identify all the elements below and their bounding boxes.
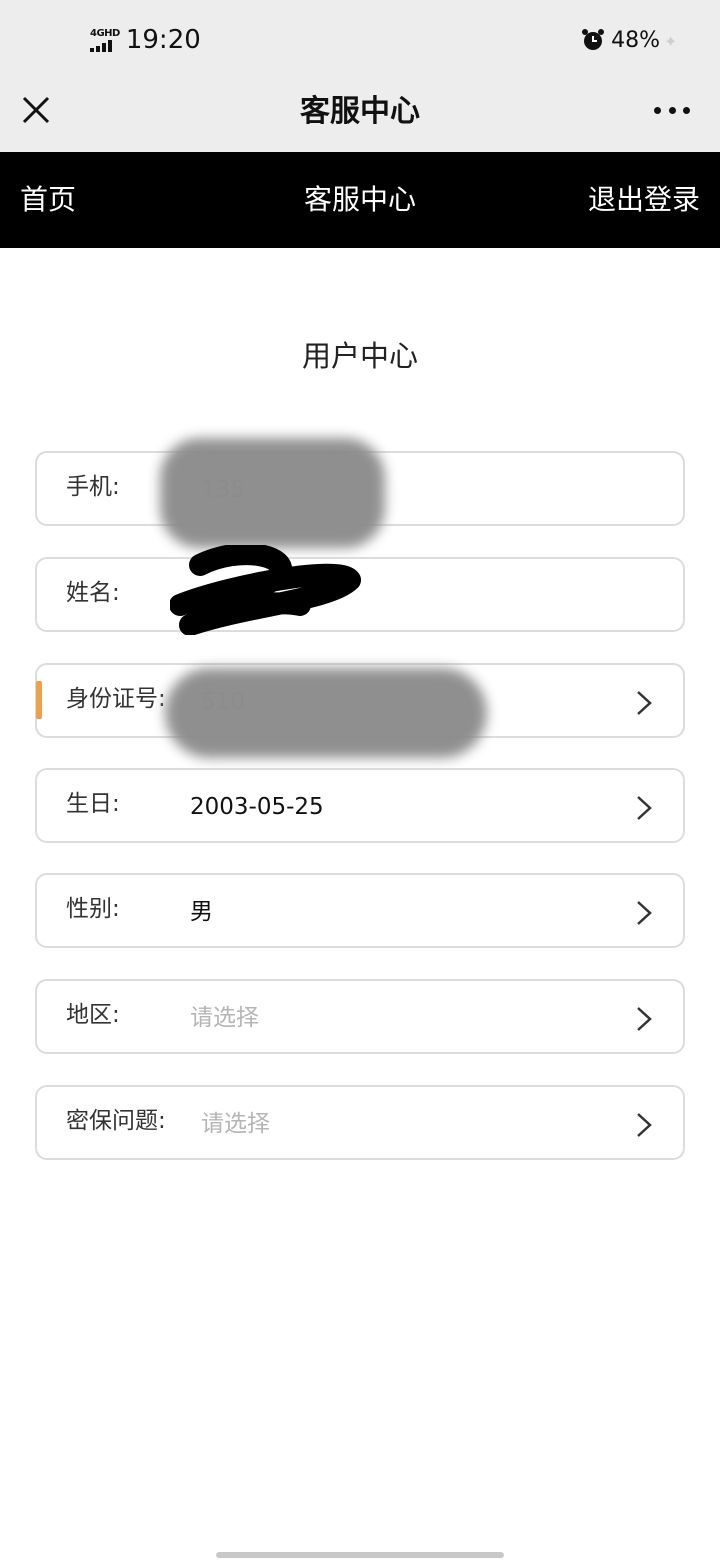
signal-icon [90, 39, 112, 52]
chevron-right-icon [637, 1007, 652, 1031]
region-placeholder: 请选择 [190, 1005, 259, 1031]
gender-label: 性别: [66, 896, 120, 922]
security-question-field[interactable]: 密保问题: 请选择 [35, 1085, 685, 1160]
active-indicator [36, 681, 42, 719]
status-left: 4GHD 19:20 [90, 24, 201, 56]
more-icon[interactable] [654, 102, 690, 118]
region-field[interactable]: 地区: 请选择 [35, 979, 685, 1054]
id-number-label: 身份证号: [66, 686, 166, 712]
birthday-field[interactable]: 生日: 2003-05-25 [35, 768, 685, 843]
chevron-right-icon [637, 901, 652, 925]
home-indicator[interactable] [216, 1552, 504, 1558]
page-title: 用户中心 [301, 339, 418, 373]
status-bar: 4GHD 19:20 48% ✦ [0, 0, 720, 80]
region-label: 地区: [66, 1002, 120, 1028]
birthday-label: 生日: [66, 791, 120, 817]
nav-logout-link[interactable]: 退出登录 [588, 180, 700, 220]
chevron-right-icon [637, 691, 652, 715]
redaction-scribble [170, 545, 361, 635]
status-right: 48% [581, 24, 660, 56]
network-icon: 4GHD [90, 27, 120, 52]
top-nav: 首页 客服中心 退出登录 [0, 152, 720, 248]
birthday-value: 2003-05-25 [190, 794, 324, 820]
redaction-blur [165, 668, 487, 758]
chevron-right-icon [637, 796, 652, 820]
gender-value: 男 [190, 899, 213, 925]
redaction-blur [160, 438, 385, 548]
security-question-label: 密保问题: [66, 1108, 166, 1134]
name-label: 姓名: [66, 580, 120, 606]
status-time: 19:20 [125, 25, 201, 55]
window-title: 客服中心 [300, 94, 420, 129]
gender-field[interactable]: 性别: 男 [35, 873, 685, 948]
title-bar: 客服中心 [0, 80, 720, 152]
charging-sparkle-icon: ✦ [664, 32, 678, 51]
network-label: 4GHD [90, 27, 120, 39]
alarm-icon [582, 29, 605, 50]
chevron-right-icon [637, 1113, 652, 1137]
security-question-placeholder: 请选择 [201, 1111, 270, 1137]
phone-label: 手机: [66, 474, 120, 500]
battery-percent: 48% [611, 27, 660, 53]
